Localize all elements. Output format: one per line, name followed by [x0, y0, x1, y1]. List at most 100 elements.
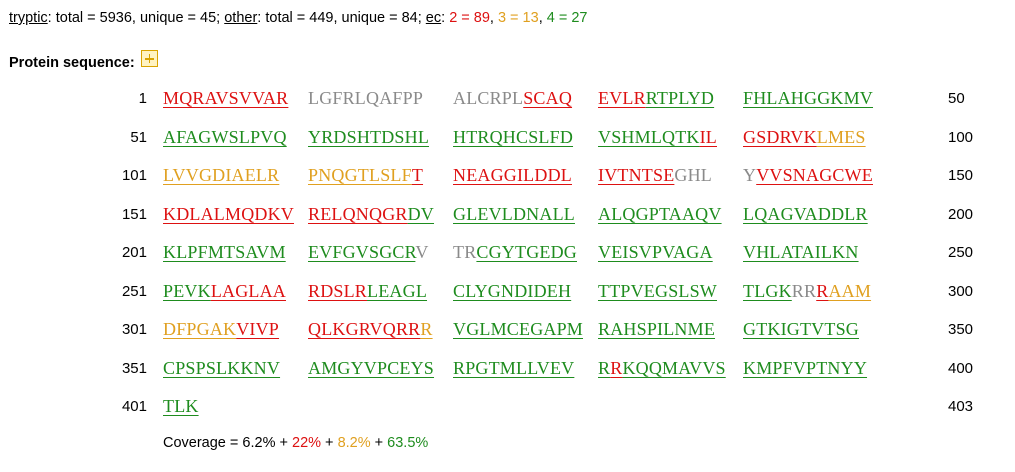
coverage-summary: Coverage = 6.2% + 22% + 8.2% + 63.5% [163, 435, 428, 451]
peptide-segment[interactable]: RPGTMLLVEV [453, 358, 574, 378]
sequence-block: KDLALMQDKV [163, 204, 294, 225]
expand-button[interactable] [140, 50, 158, 67]
row-start-position: 51 [130, 128, 147, 146]
row-start-position: 251 [121, 282, 147, 300]
peptide-segment[interactable]: RELQNQGR [308, 204, 408, 224]
peptide-segment[interactable]: LQAGVADDLR [743, 204, 868, 224]
peptide-segment[interactable]: PEVK [163, 281, 211, 301]
sequence-block: KMPFVPTNYY [743, 358, 867, 379]
peptide-segment[interactable]: GTKIGTVTSG [743, 319, 859, 339]
peptide-segment[interactable]: KQQMAVVS [622, 358, 725, 378]
peptide-segment[interactable]: VIVP [236, 319, 279, 339]
peptide-segment[interactable]: TLK [163, 396, 199, 416]
peptide-segment[interactable]: R [420, 319, 432, 339]
coverage-value-2: 22% [292, 435, 322, 451]
peptide-segment[interactable]: AAM [828, 281, 871, 301]
sequence-view: 1 MQRAVSVVAR LGFRLQAFPP ALCRPLSCAQ EVLRRTPLY… [0, 86, 1015, 433]
peptide-segment[interactable]: EVLR [598, 88, 646, 108]
peptide-segment[interactable]: PNQGTLSLF [308, 165, 412, 185]
other-stats: : total = 449, unique = 84; [257, 10, 426, 26]
peptide-segment[interactable]: QLKGRVQRR [308, 319, 420, 339]
peptide-segment[interactable]: TLGK [743, 281, 792, 301]
peptide-segment[interactable]: VEISVPVAGA [598, 242, 713, 262]
other-link[interactable]: other [224, 10, 257, 26]
peptide-segment[interactable]: MQRAVSVVAR [163, 88, 288, 108]
peptide-segment[interactable]: AFAGWSLPVQ [163, 127, 287, 147]
sequence-block: RPGTMLLVEV [453, 358, 574, 379]
sequence-block: AFAGWSLPVQ [163, 127, 287, 148]
ec-comma: , [489, 10, 498, 26]
sequence-block: HTRQHCSLFD [453, 127, 573, 148]
peptide-segment[interactable]: LAGLAA [211, 281, 286, 301]
sequence-row: 351 CPSPSLKKNV AMGYVPCEYS RPGTMLLVEV RRKQQMA… [0, 356, 1015, 395]
peptide-segment[interactable]: AMGYVPCEYS [308, 358, 434, 378]
peptide-segment[interactable]: FHLAHGGKMV [743, 88, 873, 108]
peptide-segment[interactable]: EVFGVSGCR [308, 242, 415, 262]
row-start-position: 401 [121, 398, 147, 415]
peptide-segment[interactable]: KLPFMTSAVM [163, 242, 286, 262]
peptide-summary: tryptic: total = 5936, unique = 45; othe… [9, 10, 587, 26]
peptide-segment[interactable]: R [816, 281, 828, 301]
peptide-segment[interactable]: LMES [817, 127, 866, 147]
peptide-segment[interactable]: GLEVLDNALL [453, 204, 575, 224]
peptide-segment[interactable]: LVVGDIAELR [163, 165, 279, 185]
sequence-block: TLGKRRRAAM [743, 281, 871, 302]
sequence-block: AMGYVPCEYS [308, 358, 434, 379]
sequence-block: EVLRRTPLYD [598, 88, 714, 109]
plus-icon [142, 51, 157, 66]
peptide-segment[interactable]: HTRQHCSLFD [453, 127, 573, 147]
peptide-segment[interactable]: KMPFVPTNYY [743, 358, 867, 378]
sequence-block: CLYGNDIDEH [453, 281, 571, 302]
peptide-segment[interactable]: R [598, 358, 610, 378]
peptide-segment[interactable]: KDLALMQDKV [163, 204, 294, 224]
peptide-segment[interactable]: VHLATAILKN [743, 242, 859, 262]
peptide-segment[interactable]: CLYGNDIDEH [453, 281, 571, 301]
coverage-plus: + [275, 435, 292, 451]
peptide-segment[interactable]: VSHMLQTK [598, 127, 700, 147]
sequence-block: PEVKLAGLAA [163, 281, 286, 302]
sequence-block: LQAGVADDLR [743, 204, 868, 225]
row-start-position: 151 [121, 205, 147, 223]
peptide-segment[interactable]: DFPGAK [163, 319, 236, 339]
tryptic-link[interactable]: tryptic [9, 10, 48, 26]
peptide-segment[interactable]: TTPVEGSLSW [598, 281, 717, 301]
sequence-row: 51 AFAGWSLPVQ YRDSHTDSHL HTRQHCSLFD VSHMLQTK… [0, 125, 1015, 164]
peptide-segment[interactable]: IL [700, 127, 717, 147]
peptide-segment[interactable]: RTPLYD [646, 88, 714, 108]
sequence-row: 301 DFPGAKVIVP QLKGRVQRRR VGLMCEGAPM RAHSPIL… [0, 317, 1015, 356]
sequence-block: YVVSNAGCWE [743, 165, 873, 186]
peptide-segment[interactable]: CPSPSLKKNV [163, 358, 280, 378]
peptide-segment[interactable]: YRDSHTDSHL [308, 127, 429, 147]
peptide-segment[interactable]: RAHSPILNME [598, 319, 715, 339]
sequence-block: KLPFMTSAVM [163, 242, 286, 263]
row-end-position: 100 [948, 128, 974, 146]
coverage-value-1: 6.2% [242, 435, 276, 451]
sequence-block: DFPGAKVIVP [163, 319, 279, 340]
ec-link[interactable]: ec [426, 10, 441, 26]
peptide-segment[interactable]: NEAGGILDDL [453, 165, 572, 185]
peptide-segment[interactable]: T [412, 165, 423, 185]
peptide-segment[interactable]: VGLMCEGAPM [453, 319, 583, 339]
sequence-block: RRKQQMAVVS [598, 358, 726, 379]
peptide-segment[interactable]: R [610, 358, 622, 378]
peptide-segment[interactable]: VVSNAGCWE [756, 165, 873, 185]
row-start-position: 351 [121, 359, 147, 377]
peptide-segment[interactable]: ALQGPTAAQV [598, 204, 722, 224]
sequence-block: ALQGPTAAQV [598, 204, 722, 225]
coverage-value-4: 63.5% [387, 435, 429, 451]
tryptic-stats: : total = 5936, unique = 45; [47, 10, 225, 26]
sequence-block: QLKGRVQRRR [308, 319, 433, 340]
peptide-segment[interactable]: IVTNTSE [598, 165, 674, 185]
sequence-block: IVTNTSEGHL [598, 165, 712, 186]
protein-sequence-title: Protein sequence: [9, 54, 135, 71]
uncovered-segment: V [415, 242, 429, 262]
peptide-segment[interactable]: CGYTGEDG [476, 242, 577, 262]
sequence-block: VGLMCEGAPM [453, 319, 583, 340]
peptide-segment[interactable]: SCAQ [523, 88, 572, 108]
sequence-block: ALCRPLSCAQ [453, 88, 572, 109]
uncovered-segment: TR [453, 242, 477, 262]
peptide-segment[interactable]: LEAGL [367, 281, 427, 301]
peptide-segment[interactable]: RDSLR [308, 281, 367, 301]
peptide-segment[interactable]: GSDRVK [743, 127, 817, 147]
peptide-segment[interactable]: DV [408, 204, 434, 224]
